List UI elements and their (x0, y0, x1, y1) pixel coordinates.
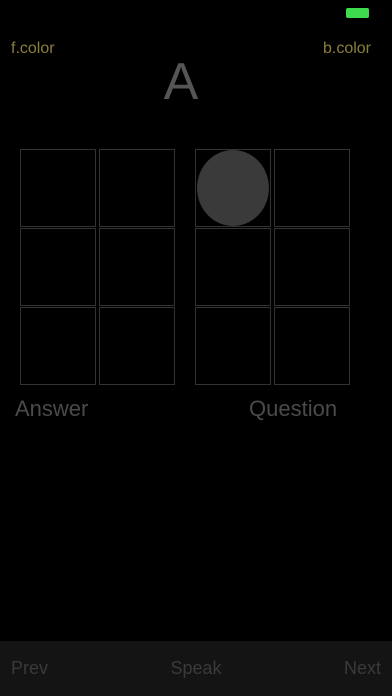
question-label: Question (249, 396, 338, 421)
question-dot-2 (197, 229, 269, 305)
battery-icon (346, 8, 369, 18)
answer-dot-2 (22, 229, 94, 305)
question-cell-2 (195, 228, 271, 306)
question-cell-4 (274, 149, 350, 227)
answer-cell-6[interactable] (99, 307, 175, 385)
next-button[interactable]: Next (344, 657, 381, 679)
question-dot-4 (276, 150, 348, 226)
question-braille-grid (195, 149, 350, 385)
answer-cell-1[interactable] (20, 149, 96, 227)
question-cell-5 (274, 228, 350, 306)
question-dot-5 (276, 229, 348, 305)
speak-button[interactable]: Speak (0, 657, 392, 679)
answer-braille-grid (20, 149, 175, 385)
answer-dot-6 (101, 308, 173, 384)
answer-cell-5[interactable] (99, 228, 175, 306)
question-cell-3 (195, 307, 271, 385)
answer-label: Answer (15, 396, 89, 421)
answer-cell-2[interactable] (20, 228, 96, 306)
current-letter: A (163, 53, 199, 111)
answer-dot-4 (101, 150, 173, 226)
question-dot-6 (276, 308, 348, 384)
question-dot-1 (197, 150, 269, 226)
answer-dot-1 (22, 150, 94, 226)
question-cell-6 (274, 307, 350, 385)
answer-dot-3 (22, 308, 94, 384)
answer-cell-4[interactable] (99, 149, 175, 227)
question-cell-1 (195, 149, 271, 227)
answer-cell-3[interactable] (20, 307, 96, 385)
question-dot-3 (197, 308, 269, 384)
bottom-toolbar: Prev Speak Next (0, 641, 392, 696)
answer-dot-5 (101, 229, 173, 305)
